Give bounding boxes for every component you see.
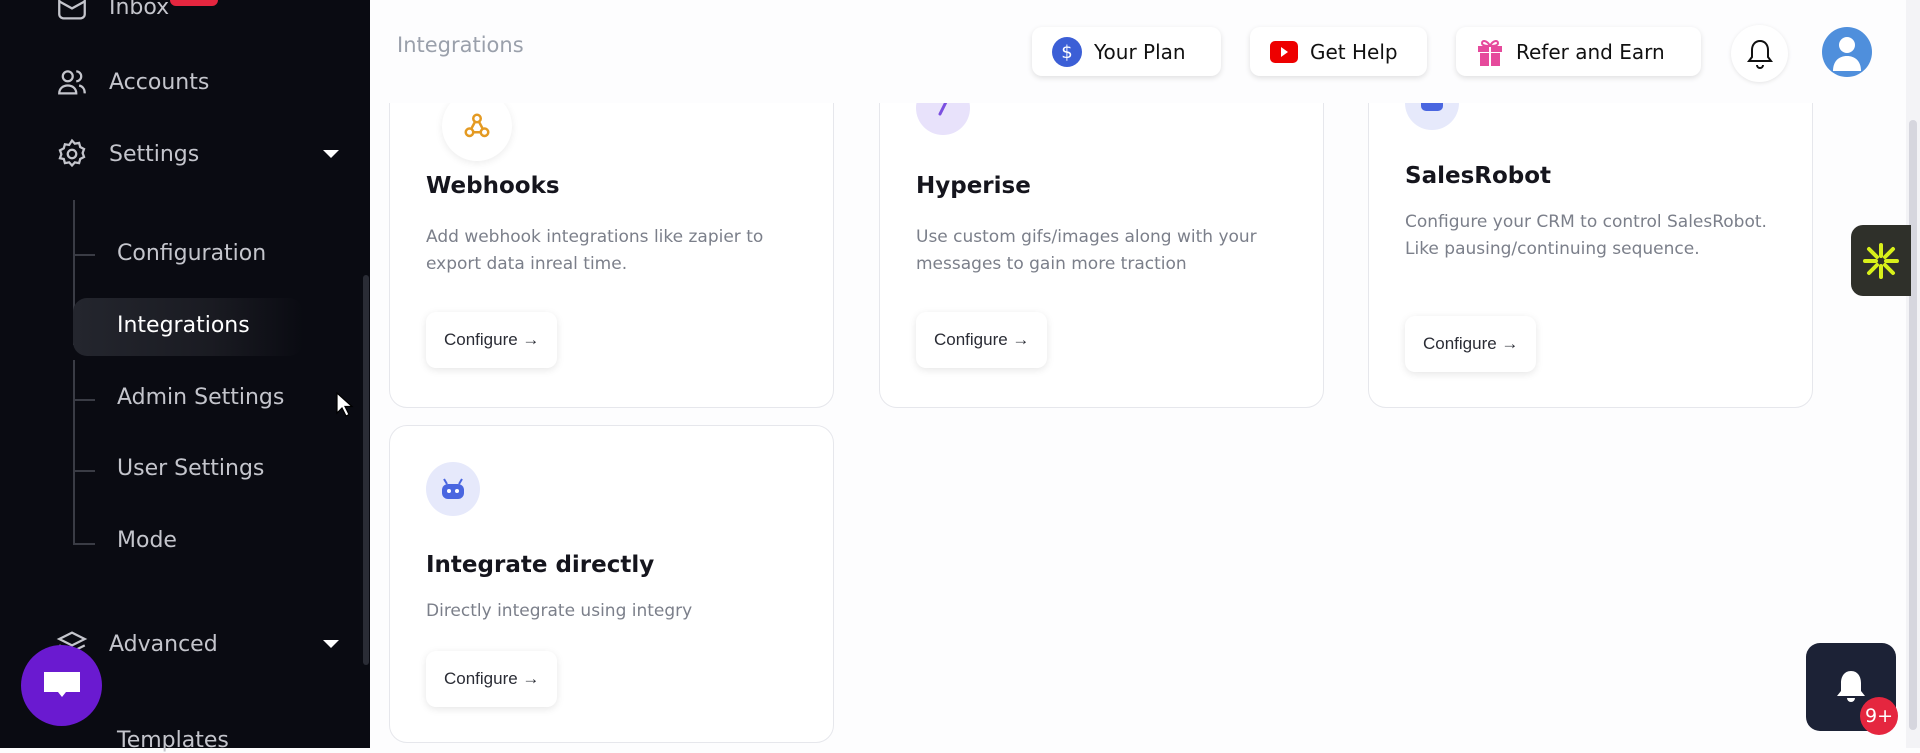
card-title: SalesRobot bbox=[1405, 163, 1552, 189]
nav-settings[interactable]: Settings bbox=[55, 137, 199, 171]
button-label: Get Help bbox=[1310, 39, 1398, 64]
nav-label: Settings bbox=[109, 141, 200, 167]
chat-icon bbox=[43, 671, 80, 697]
button-label: Refer and Earn bbox=[1516, 39, 1665, 64]
sidebar-item-admin-settings[interactable]: Admin Settings bbox=[117, 385, 284, 410]
dollar-icon: $ bbox=[1052, 36, 1082, 67]
tree-tick bbox=[73, 470, 95, 472]
integration-card-webhooks: Webhooks Add webhook integrations like z… bbox=[389, 60, 834, 408]
bell-icon bbox=[1837, 671, 1865, 702]
sidebar-item-templates[interactable]: Templates bbox=[117, 728, 229, 753]
sidebar-item-configuration[interactable]: Configuration bbox=[117, 241, 266, 266]
tree-tick bbox=[73, 543, 95, 545]
your-plan-button[interactable]: $ Your Plan bbox=[1032, 27, 1221, 76]
card-title: Integrate directly bbox=[426, 552, 655, 578]
chat-button[interactable] bbox=[21, 645, 102, 726]
svg-text:$: $ bbox=[1061, 42, 1072, 63]
card-title: Webhooks bbox=[426, 173, 560, 199]
page-title: Integrations bbox=[397, 33, 524, 57]
assistant-widget[interactable] bbox=[1851, 225, 1911, 296]
button-label: Your Plan bbox=[1094, 39, 1186, 64]
configure-button[interactable]: Configure → bbox=[916, 312, 1048, 368]
tree-line bbox=[73, 360, 75, 545]
tree-tick bbox=[73, 399, 95, 401]
avatar[interactable] bbox=[1822, 27, 1872, 77]
notification-count-badge: 9+ bbox=[1860, 697, 1898, 735]
chevron-down-icon[interactable] bbox=[323, 150, 339, 158]
card-description: Add webhook integrations like zapier to … bbox=[426, 227, 764, 274]
card-description: Configure your CRM to control SalesRobot… bbox=[1405, 212, 1767, 259]
nav-label: Accounts bbox=[109, 69, 210, 95]
tree-tick bbox=[73, 254, 95, 256]
sidebar: Inbox Accounts Settings Configuration In… bbox=[0, 0, 362, 753]
integration-card-salesrobot: SalesRobot Configure your CRM to control… bbox=[1368, 60, 1813, 408]
inbox-icon bbox=[58, 0, 86, 20]
sidebar-item-mode[interactable]: Mode bbox=[117, 528, 177, 553]
bell-icon bbox=[1746, 39, 1773, 69]
user-icon bbox=[1833, 37, 1861, 71]
integration-card-integry: Integrate directly Directly integrate us… bbox=[389, 425, 834, 743]
mouse-cursor-icon bbox=[336, 392, 354, 417]
get-help-button[interactable]: Get Help bbox=[1250, 27, 1427, 76]
gear-icon bbox=[58, 138, 86, 168]
configure-button[interactable]: Configure → bbox=[1405, 316, 1537, 372]
nav-inbox[interactable]: Inbox bbox=[55, 0, 169, 24]
sparkle-icon bbox=[1863, 242, 1899, 279]
notifications-button[interactable] bbox=[1731, 25, 1788, 82]
card-title: Hyperise bbox=[916, 173, 1031, 199]
gift-icon bbox=[1478, 39, 1502, 66]
page-scrollbar[interactable] bbox=[1906, 0, 1920, 748]
inbox-badge bbox=[170, 0, 218, 6]
sidebar-item-user-settings[interactable]: User Settings bbox=[117, 456, 264, 481]
users-icon bbox=[58, 70, 86, 95]
nav-accounts[interactable]: Accounts bbox=[55, 65, 209, 99]
sidebar-item-integrations[interactable]: Integrations bbox=[117, 313, 250, 338]
integration-card-hyperise: Hyperise Use custom gifs/images along wi… bbox=[879, 60, 1324, 408]
nav-label: Inbox bbox=[109, 0, 170, 20]
youtube-icon bbox=[1270, 40, 1298, 63]
nav-label: Advanced bbox=[109, 631, 218, 657]
configure-button[interactable]: Configure → bbox=[426, 651, 558, 707]
chevron-down-icon[interactable] bbox=[323, 640, 339, 648]
card-description: Directly integrate using integry bbox=[426, 601, 693, 621]
refer-and-earn-button[interactable]: Refer and Earn bbox=[1456, 27, 1701, 76]
robot-icon bbox=[426, 462, 480, 516]
configure-button[interactable]: Configure → bbox=[426, 312, 558, 368]
sidebar-scrollbar[interactable] bbox=[362, 0, 370, 748]
card-description: Use custom gifs/images along with your m… bbox=[916, 227, 1257, 274]
